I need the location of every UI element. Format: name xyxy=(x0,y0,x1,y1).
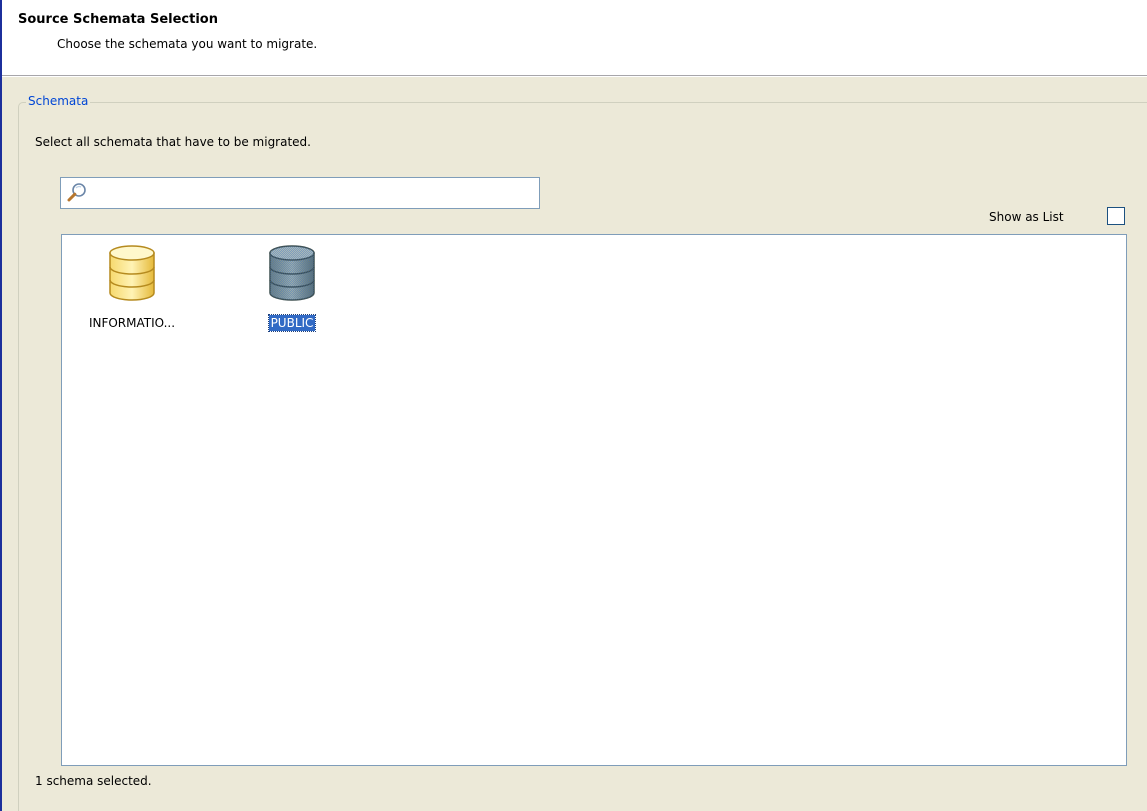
show-as-list-checkbox[interactable] xyxy=(1107,207,1125,225)
page-title: Source Schemata Selection xyxy=(18,12,218,27)
page-subtitle: Choose the schemata you want to migrate. xyxy=(57,37,318,51)
wizard-body: Schemata Select all schemata that have t… xyxy=(2,77,1147,811)
schemata-group-legend: Schemata xyxy=(26,93,91,109)
schema-icon-view[interactable]: INFORMATIO... PUBLIC xyxy=(61,234,1127,766)
search-input[interactable] xyxy=(89,181,535,205)
show-as-list-label: Show as List xyxy=(989,210,1064,224)
search-field[interactable] xyxy=(60,177,540,209)
selection-status: 1 schema selected. xyxy=(35,774,152,788)
schema-item-public[interactable]: PUBLIC xyxy=(222,243,362,343)
search-icon xyxy=(67,183,86,202)
schema-item-label-text: PUBLIC xyxy=(267,314,317,332)
schema-item-label: PUBLIC xyxy=(222,314,362,332)
database-icon xyxy=(109,245,155,301)
schema-item-information-schema[interactable]: INFORMATIO... xyxy=(62,243,202,343)
instructions-text: Select all schemata that have to be migr… xyxy=(35,135,311,149)
wizard-header: Source Schemata Selection Choose the sch… xyxy=(2,0,1147,76)
schema-item-label: INFORMATIO... xyxy=(88,316,176,330)
database-icon xyxy=(269,245,315,301)
